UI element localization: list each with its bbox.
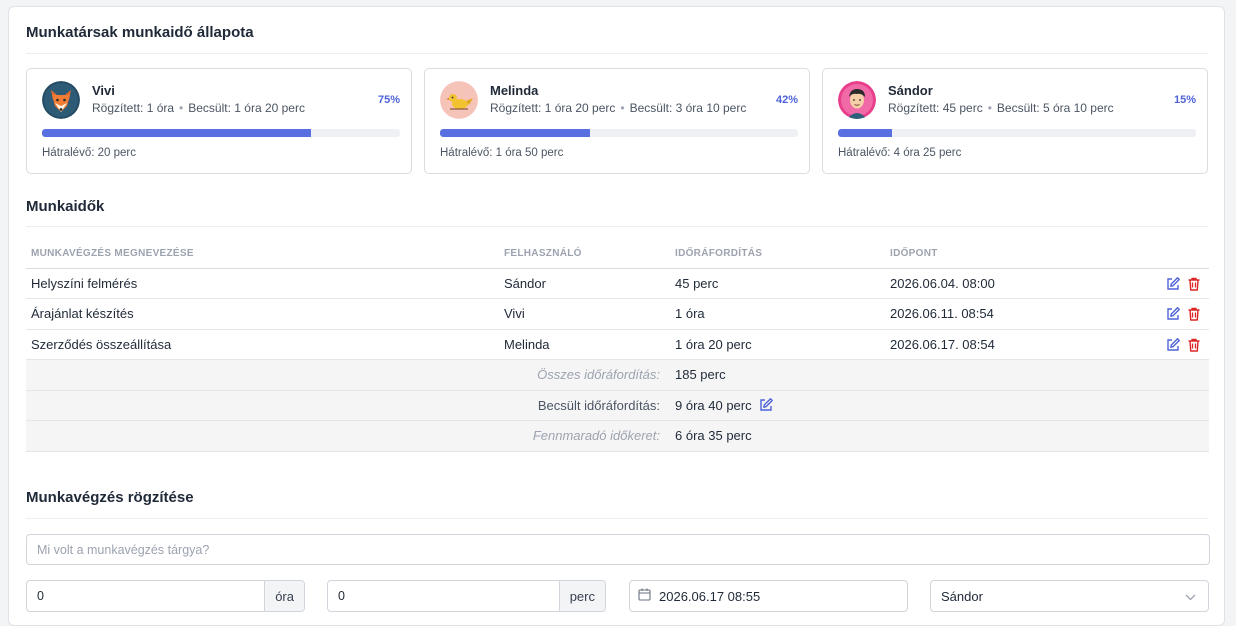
status-title: Munkatársak munkaidő állapota [26, 24, 254, 41]
progress-fill [838, 129, 892, 137]
column-time[interactable]: IDŐRÁFORDÍTÁS [670, 240, 885, 269]
total-value: 185 perc [670, 359, 1209, 391]
table-row: Árajánlat készítés Vivi 1 óra 2026.06.11… [26, 298, 1209, 330]
remaining-value: 6 óra 35 perc [670, 420, 1209, 452]
progress-percent: 75% [377, 94, 400, 106]
progress-fill [440, 129, 591, 137]
divider [26, 226, 1208, 227]
progress-bar [838, 129, 1196, 137]
record-title: Munkavégzés rögzítése [26, 489, 194, 506]
main-panel: Munkatársak munkaidő állapota Vivi Rögzí… [8, 6, 1225, 626]
worktimes-title: Munkaidők [26, 198, 105, 215]
man-avatar-icon [838, 81, 876, 119]
table-header: MUNKAVÉGZÉS MEGNEVEZÉSE FELHASZNÁLÓ IDŐR… [26, 240, 1209, 269]
time-cell: 1 óra 20 perc [670, 329, 885, 360]
estimated-label: Becsült időráfordítás: [26, 390, 670, 421]
time-cell: 1 óra [670, 298, 885, 330]
minutes-input[interactable] [328, 581, 559, 611]
card-name: Sándor [888, 83, 933, 98]
edit-icon[interactable] [1165, 337, 1181, 353]
edit-icon[interactable] [1165, 276, 1181, 292]
summary-row-remaining: Fennmaradó időkeret: 6 óra 35 perc [26, 420, 1209, 452]
summary-row-estimated: Becsült időráfordítás: 9 óra 40 perc [26, 390, 1209, 421]
card-name: Vivi [92, 83, 115, 98]
table-row: Szerződés összeállítása Melinda 1 óra 20… [26, 329, 1209, 360]
status-card-vivi: Vivi Rögzített: 1 óra • Becsült: 1 óra 20 … [26, 68, 412, 174]
user-select[interactable]: Sándor [930, 580, 1209, 612]
date-cell: 2026.06.11. 08:54 [885, 298, 1085, 330]
hours-input[interactable] [27, 581, 265, 611]
table-row: Helyszíni felmérés Sándor 45 perc 2026.0… [26, 268, 1209, 299]
row-actions [1085, 329, 1209, 360]
recorded-time: Rögzített: 1 óra [92, 101, 175, 115]
recorded-time: Rögzített: 45 perc [888, 101, 983, 115]
fox-avatar-icon [42, 81, 80, 119]
row-actions [1085, 298, 1209, 330]
card-meta: Rögzített: 1 óra 20 perc • Becsült: 3 óra … [490, 101, 747, 115]
worktimes-table: MUNKAVÉGZÉS MEGNEVEZÉSE FELHASZNÁLÓ IDŐR… [26, 240, 1209, 452]
remaining-time: Hátralévő: 1 óra 50 perc [440, 147, 564, 159]
calendar-icon [638, 588, 651, 604]
status-card-melinda: Melinda Rögzített: 1 óra 20 perc • Becsült… [424, 68, 810, 174]
hours-unit: óra [264, 581, 304, 611]
edit-icon[interactable] [1165, 306, 1181, 322]
user-cell: Sándor [499, 268, 670, 299]
estimated-time: Becsült: 1 óra 20 perc [188, 101, 305, 115]
minutes-unit: perc [558, 581, 605, 611]
divider [26, 53, 1208, 54]
time-cell: 45 perc [670, 268, 885, 299]
trash-icon[interactable] [1186, 337, 1202, 353]
chevron-down-icon [1185, 589, 1196, 604]
hours-field: óra [26, 580, 305, 612]
user-select-value: Sándor [941, 588, 983, 604]
column-task[interactable]: MUNKAVÉGZÉS MEGNEVEZÉSE [26, 240, 499, 269]
total-label: Összes időráfordítás: [26, 359, 670, 391]
divider [26, 518, 1208, 519]
progress-bar [42, 129, 400, 137]
row-actions [1085, 268, 1209, 299]
subject-input[interactable] [26, 534, 1210, 565]
summary-row-total: Összes időráfordítás: 185 perc [26, 359, 1209, 391]
progress-bar [440, 129, 798, 137]
remaining-time: Hátralévő: 20 perc [42, 147, 136, 159]
card-meta: Rögzített: 45 perc • Becsült: 5 óra 10 per… [888, 101, 1114, 115]
card-name: Melinda [490, 83, 539, 98]
estimated-time: Becsült: 3 óra 10 perc [629, 101, 747, 115]
datetime-value: 2026.06.17 08:55 [659, 588, 761, 604]
date-cell: 2026.06.17. 08:54 [885, 329, 1085, 360]
estimated-cell: 9 óra 40 perc [670, 390, 1209, 421]
estimated-time: Becsült: 5 óra 10 perc [996, 101, 1114, 115]
minutes-field: perc [327, 580, 606, 612]
edit-icon[interactable] [758, 397, 774, 413]
trash-icon[interactable] [1186, 306, 1202, 322]
status-card-sandor: Sándor Rögzített: 45 perc • Becsült: 5 óra… [822, 68, 1208, 174]
date-cell: 2026.06.04. 08:00 [885, 268, 1085, 299]
task-cell: Árajánlat készítés [26, 298, 499, 330]
progress-percent: 42% [775, 94, 798, 106]
column-date[interactable]: IDŐPONT [885, 240, 1085, 269]
recorded-time: Rögzített: 1 óra 20 perc [490, 101, 616, 115]
estimated-value: 9 óra 40 perc [675, 397, 752, 413]
remaining-time: Hátralévő: 4 óra 25 perc [838, 147, 962, 159]
column-actions [1085, 240, 1209, 269]
column-user[interactable]: FELHASZNÁLÓ [499, 240, 670, 269]
card-meta: Rögzített: 1 óra • Becsült: 1 óra 20 perc [92, 101, 305, 115]
user-cell: Vivi [499, 298, 670, 330]
datetime-input[interactable]: 2026.06.17 08:55 [629, 580, 908, 612]
bird-avatar-icon [440, 81, 478, 119]
trash-icon[interactable] [1186, 276, 1202, 292]
task-cell: Helyszíni felmérés [26, 268, 499, 299]
remaining-label: Fennmaradó időkeret: [26, 420, 670, 452]
progress-percent: 15% [1173, 94, 1196, 106]
user-cell: Melinda [499, 329, 670, 360]
task-cell: Szerződés összeállítása [26, 329, 499, 360]
progress-fill [42, 129, 311, 137]
